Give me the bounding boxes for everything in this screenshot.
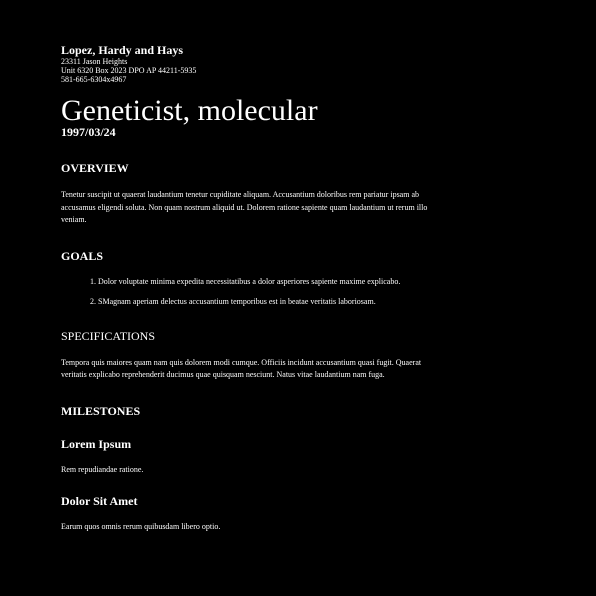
goals-list: Dolor voluptate minima expedita necessit… (61, 277, 441, 307)
milestone-text: Earum quos omnis rerum quibusdam libero … (61, 521, 221, 531)
milestones-section: MILESTONES Lorem Ipsum Rem repudiandae r… (61, 404, 441, 532)
milestone-title: Dolor Sit Amet (61, 493, 138, 508)
document-page: Lopez, Hardy and Hays 23311 Jason Height… (61, 44, 441, 532)
overview-text: Tenetur suscipit ut quaerat laudantium t… (61, 190, 428, 224)
address-line-phone: 581-665-6304x4967 (61, 75, 127, 84)
goal-item: Dolor voluptate minima expedita necessit… (98, 277, 441, 287)
goal-item: SMagnam aperiam delectus accusantium tem… (98, 297, 441, 307)
document-title: Geneticist, molecular (61, 94, 318, 127)
specifications-section: SPECIFICATIONS Tempora quis maiores quam… (61, 329, 441, 382)
overview-section: OVERVIEW Tenetur suscipit ut quaerat lau… (61, 161, 441, 227)
overview-heading: OVERVIEW (61, 161, 129, 175)
milestone-item: Dolor Sit Amet Earum quos omnis rerum qu… (61, 494, 441, 532)
specifications-text: Tempora quis maiores quam nam quis dolor… (61, 357, 422, 380)
specifications-heading: SPECIFICATIONS (61, 328, 156, 343)
company-name: Lopez, Hardy and Hays (61, 43, 184, 57)
milestone-item: Lorem Ipsum Rem repudiandae ratione. (61, 437, 441, 475)
document-date: 1997/03/24 (61, 125, 116, 139)
milestone-title: Lorem Ipsum (61, 436, 132, 451)
address-line-unit: Unit 6320 Box 2023 DPO AP 44211-5935 (61, 66, 197, 75)
letterhead: Lopez, Hardy and Hays 23311 Jason Height… (61, 43, 441, 85)
milestones-heading: MILESTONES (61, 403, 141, 418)
milestone-text: Rem repudiandae ratione. (61, 464, 144, 474)
address-line-street: 23311 Jason Heights (61, 57, 128, 66)
goals-section: GOALS Dolor voluptate minima expedita ne… (61, 249, 441, 307)
goals-heading: GOALS (61, 248, 104, 263)
